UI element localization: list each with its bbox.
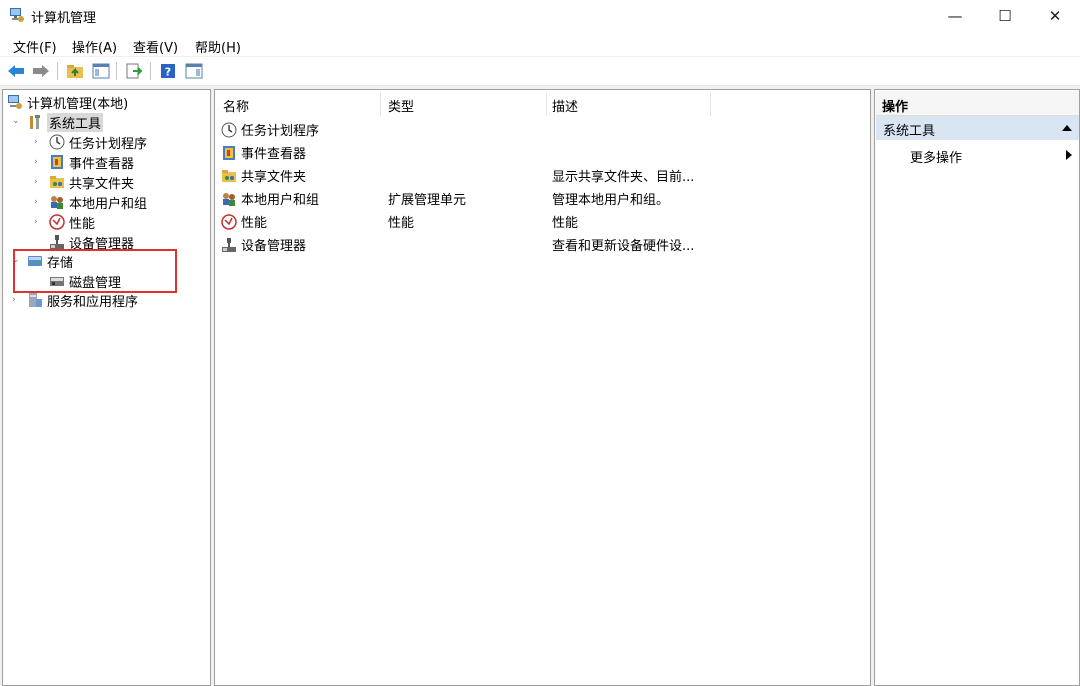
maximize-button[interactable]: ☐ — [980, 0, 1030, 32]
tree-item-label: 共享文件夹 — [69, 176, 135, 192]
row-name: 事件查看器 — [241, 147, 307, 162]
column-header-description[interactable]: 描述 — [552, 96, 578, 115]
tree-item-system-tools[interactable]: 系统工具 — [27, 112, 104, 132]
performance-icon — [49, 214, 65, 230]
toolbar: ? — [0, 57, 1080, 86]
tree-item-performance[interactable]: 性能 — [49, 212, 95, 232]
forward-arrow-icon[interactable] — [31, 61, 51, 81]
tree-item-task-scheduler[interactable]: 任务计划程序 — [49, 132, 147, 152]
row-description: 显示共享文件夹、目前... — [552, 170, 695, 185]
title-bar: 计算机管理 — ☐ ✕ — [0, 0, 1080, 32]
row-type: 性能 — [388, 216, 415, 231]
column-header-name[interactable]: 名称 — [223, 96, 249, 115]
row-name: 设备管理器 — [241, 239, 307, 254]
menu-view[interactable]: 查看(V) — [133, 37, 178, 56]
device-manager-icon — [50, 235, 64, 249]
menu-file[interactable]: 文件(F) — [13, 37, 57, 56]
row-type: 扩展管理单元 — [388, 193, 467, 208]
chevron-right-icon[interactable]: › — [12, 295, 16, 305]
submenu-arrow-icon — [1066, 150, 1072, 160]
tree-item-services-label: 服务和应用程序 — [47, 294, 139, 310]
column-header-type[interactable]: 类型 — [388, 96, 414, 115]
chevron-down-icon[interactable]: ⌄ — [12, 116, 20, 126]
menu-bar: 文件(F) 操作(A) 查看(V) 帮助(H) — [0, 32, 1080, 56]
list-row[interactable]: 设备管理器 查看和更新设备硬件设... — [221, 233, 861, 254]
row-name: 任务计划程序 — [241, 124, 320, 139]
actions-more-label: 更多操作 — [910, 151, 963, 166]
actions-header-label: 操作 — [882, 100, 909, 115]
services-icon — [29, 293, 42, 307]
device-manager-icon — [222, 237, 236, 252]
row-name: 性能 — [241, 216, 268, 231]
show-hide-action-pane-icon[interactable] — [184, 61, 204, 81]
tree-item-label: 任务计划程序 — [69, 136, 148, 152]
tree-root[interactable]: 计算机管理(本地) — [7, 92, 128, 112]
svg-text:?: ? — [165, 66, 171, 79]
tree-item-local-users[interactable]: 本地用户和组 — [49, 192, 147, 212]
chevron-right-icon[interactable]: › — [34, 137, 38, 147]
up-folder-icon[interactable] — [65, 61, 85, 81]
performance-icon — [221, 213, 237, 230]
collapse-up-icon[interactable] — [1062, 124, 1072, 131]
chevron-right-icon[interactable]: › — [34, 217, 38, 227]
list-row[interactable]: 事件查看器 — [221, 141, 861, 162]
chevron-right-icon[interactable]: › — [34, 177, 38, 187]
tree-item-event-viewer[interactable]: 事件查看器 — [49, 152, 134, 172]
list-pane: 名称 类型 描述 任务计划程序 事件查看器 共享文件夹 显示共享文件夹、目前..… — [214, 89, 871, 686]
actions-section-label: 系统工具 — [883, 124, 936, 139]
chevron-right-icon[interactable]: › — [34, 197, 38, 207]
storage-highlight-box — [13, 249, 177, 293]
console-tree-pane: 计算机管理(本地) ⌄ 系统工具 › 任务计划程序 › 事件查看器 › 共享文件… — [2, 89, 211, 686]
computer-management-icon — [10, 8, 24, 22]
tree-item-label: 性能 — [69, 216, 96, 232]
row-description: 性能 — [552, 216, 579, 231]
event-log-icon — [223, 145, 235, 160]
tree-item-shared-folders[interactable]: 共享文件夹 — [49, 172, 134, 192]
close-button[interactable]: ✕ — [1030, 0, 1080, 32]
actions-pane: 操作 系统工具 更多操作 — [874, 89, 1080, 686]
actions-section-system-tools[interactable]: 系统工具 — [876, 116, 1079, 140]
window-title: 计算机管理 — [31, 11, 97, 26]
chevron-right-icon[interactable]: › — [34, 157, 38, 167]
tree-item-label: 事件查看器 — [69, 156, 135, 172]
list-row[interactable]: 本地用户和组 扩展管理单元 管理本地用户和组。 — [221, 187, 861, 208]
shared-folder-icon — [222, 169, 236, 182]
actions-header: 操作 — [876, 91, 1079, 116]
list-row[interactable]: 任务计划程序 — [221, 118, 861, 139]
show-hide-console-tree-icon[interactable] — [91, 61, 111, 81]
users-icon — [223, 192, 235, 206]
actions-more-item[interactable]: 更多操作 — [876, 144, 1079, 166]
tree-item-services[interactable]: 服务和应用程序 — [27, 290, 138, 310]
row-name: 共享文件夹 — [241, 170, 307, 185]
shared-folder-icon — [50, 176, 64, 188]
computer-management-icon — [8, 95, 22, 109]
clock-icon — [221, 122, 237, 137]
menu-action[interactable]: 操作(A) — [72, 37, 117, 56]
tools-icon — [30, 115, 40, 129]
event-log-icon — [51, 155, 63, 169]
menu-help[interactable]: 帮助(H) — [195, 37, 241, 56]
back-arrow-icon[interactable] — [6, 61, 26, 81]
row-description: 管理本地用户和组。 — [552, 193, 670, 208]
list-row[interactable]: 性能 性能 性能 — [221, 210, 861, 231]
tree-item-system-tools-label: 系统工具 — [47, 112, 104, 132]
tree-root-label: 计算机管理(本地) — [27, 96, 129, 112]
export-list-icon[interactable] — [124, 61, 144, 81]
help-icon[interactable]: ? — [158, 61, 178, 81]
users-icon — [51, 196, 63, 209]
tree-item-label: 本地用户和组 — [69, 196, 148, 212]
minimize-button[interactable]: — — [930, 0, 980, 32]
list-row[interactable]: 共享文件夹 显示共享文件夹、目前... — [221, 164, 861, 185]
row-name: 本地用户和组 — [241, 193, 320, 208]
clock-icon — [49, 134, 65, 150]
row-description: 查看和更新设备硬件设... — [552, 239, 695, 254]
